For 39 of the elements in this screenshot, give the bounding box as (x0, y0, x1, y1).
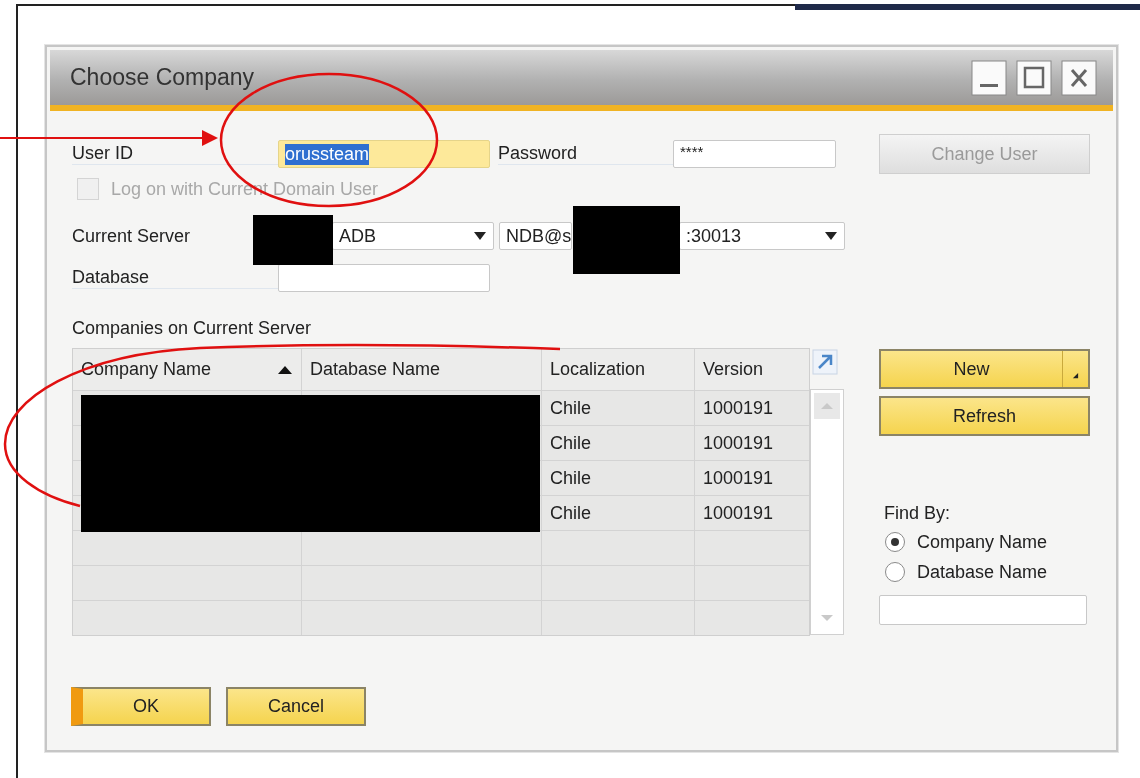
radio-label: Database Name (917, 561, 1048, 583)
radio-label: Company Name (917, 531, 1048, 553)
table-cell: Chile (542, 391, 695, 425)
column-header[interactable]: Company Name (73, 349, 302, 390)
server-type-dropdown[interactable]: ADB (332, 222, 494, 250)
password-field[interactable]: **** (673, 140, 836, 168)
server-address-field[interactable]: NDB@s (499, 222, 572, 250)
table-cell: Chile (542, 426, 695, 460)
radio-button[interactable] (885, 562, 905, 582)
radio-button[interactable] (885, 532, 905, 552)
table-cell: Chile (542, 496, 695, 530)
field-label: Current Server (72, 225, 192, 247)
table-cell-text: 1000191 (702, 501, 775, 525)
side-button[interactable]: New (879, 349, 1090, 389)
window-title: Choose Company (70, 64, 255, 91)
close-icon[interactable] (1059, 59, 1099, 96)
section-title: Companies on Current Server (72, 318, 313, 340)
field-label: Database (72, 267, 278, 289)
scrollbar[interactable] (810, 389, 844, 635)
table-cell-text: 1000191 (702, 466, 775, 490)
database-field[interactable] (278, 264, 490, 292)
user-id-field[interactable]: orussteam (278, 140, 490, 168)
dropdown-arrow-icon[interactable] (824, 231, 838, 241)
find-field[interactable] (879, 595, 1087, 625)
table-cell-text: 1000191 (702, 431, 775, 455)
minimize-icon[interactable] (969, 59, 1009, 96)
maximize-icon[interactable] (1014, 59, 1054, 96)
table-cell-text: 1000191 (702, 396, 775, 420)
expand-icon[interactable] (812, 349, 838, 375)
table-cell: Chile (542, 461, 695, 495)
column-header[interactable]: Database Name (302, 349, 542, 390)
server-address-dropdown[interactable]: :30013 (679, 222, 845, 250)
dialog-button[interactable]: OK (71, 687, 211, 726)
column-header[interactable]: Localization (542, 349, 695, 390)
side-button[interactable]: Refresh (879, 396, 1090, 436)
column-header[interactable]: Version (695, 349, 809, 390)
find-by-label: Find By: (884, 503, 952, 525)
dialog-button[interactable]: Cancel (226, 687, 366, 726)
dropdown-arrow-icon[interactable] (473, 231, 487, 241)
